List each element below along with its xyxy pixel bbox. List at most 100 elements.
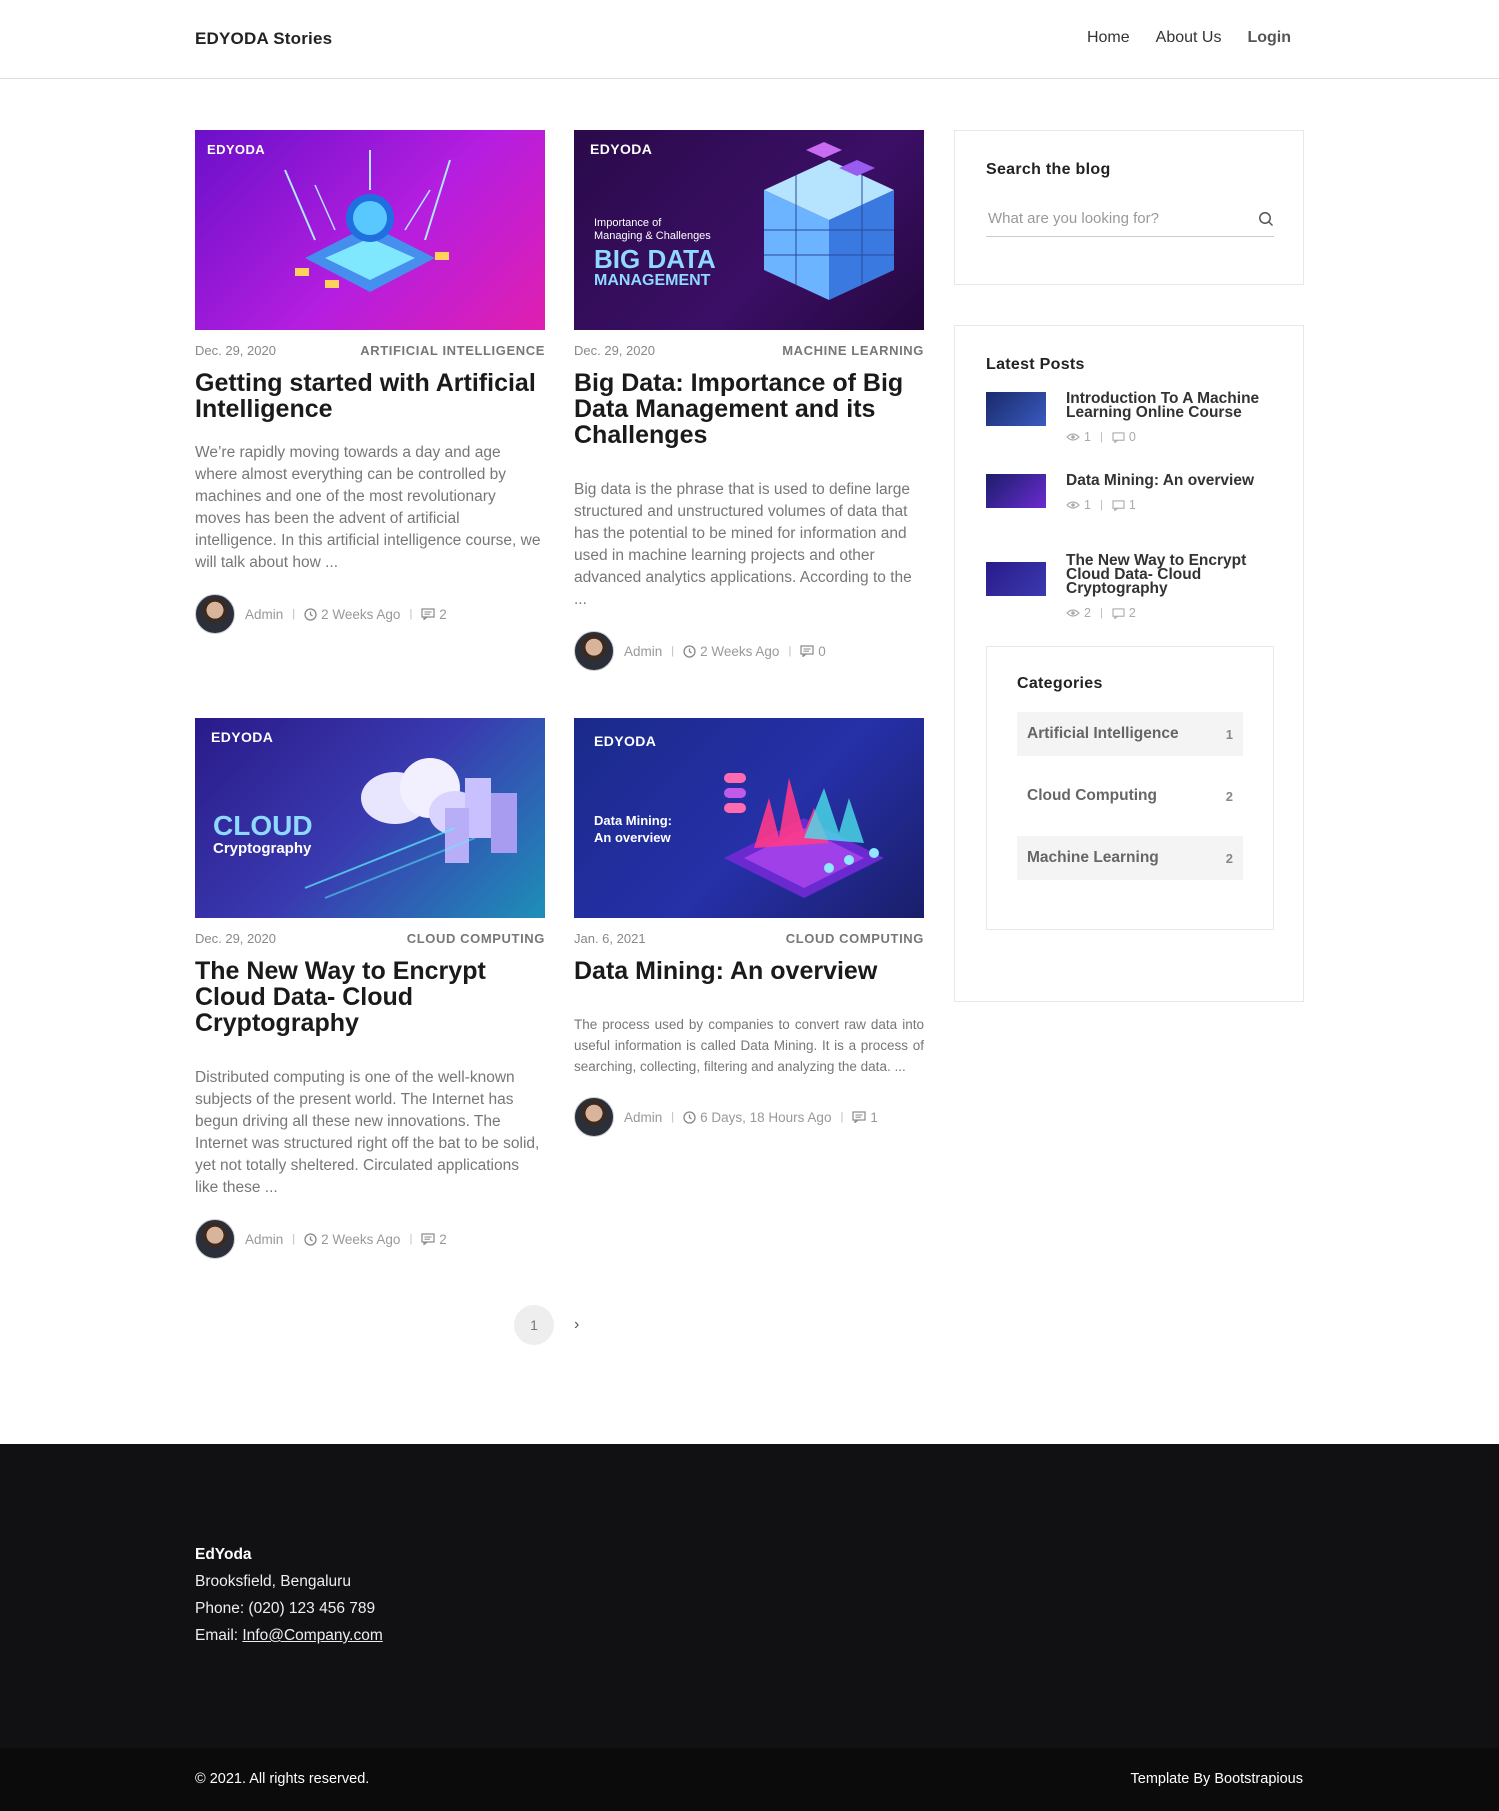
divider: |	[292, 608, 296, 620]
post-author-row: Admin | 6 Days, 18 Hours Ago | 1	[574, 1097, 924, 1137]
search-box	[986, 201, 1274, 237]
cloud-server-illustration	[304, 758, 517, 899]
category-item-machine-learning[interactable]: Machine Learning 2	[1017, 836, 1243, 880]
post-excerpt: Big data is the phrase that is used to d…	[574, 481, 912, 608]
divider: |	[1099, 499, 1103, 511]
post-category[interactable]: ARTIFICIAL INTELLIGENCE	[360, 343, 545, 358]
search-widget: Search the blog	[954, 130, 1304, 285]
post-author[interactable]: Admin	[245, 607, 283, 622]
search-input[interactable]	[986, 210, 1236, 227]
category-name: Machine Learning	[1027, 849, 1159, 866]
post-title[interactable]: Getting started with Artificial Intellig…	[195, 370, 545, 422]
nav-links: Home About Us Login	[1087, 29, 1291, 47]
brand-logo[interactable]: EDYODA Stories	[195, 29, 332, 49]
categories-title: Categories	[1017, 675, 1103, 692]
latest-post-thumbnail[interactable]	[986, 392, 1046, 426]
footer-email-link[interactable]: Info@Company.com	[242, 1627, 382, 1644]
post-image[interactable]: EDYODA	[195, 130, 545, 330]
ai-chip-illustration	[284, 150, 451, 292]
post-image[interactable]: EDYODA CLOUD Cryptography	[195, 718, 545, 918]
latest-post-views: 1	[1084, 430, 1091, 444]
post-title[interactable]: Data Mining: An overview	[574, 958, 924, 984]
comment-icon	[852, 1111, 866, 1123]
latest-post-views: 1	[1084, 498, 1091, 512]
category-count: 2	[1225, 850, 1233, 866]
navbar: EDYODA Stories Home About Us Login	[0, 0, 1499, 79]
nav-home[interactable]: Home	[1087, 29, 1130, 47]
post-excerpt: The process used by companies to convert…	[574, 1017, 924, 1074]
post-comment-count: 2	[439, 606, 447, 622]
post-author-row: Admin | 2 Weeks Ago | 2	[195, 594, 545, 634]
post-category[interactable]: CLOUD COMPUTING	[407, 931, 545, 946]
data-mining-illustration	[724, 773, 884, 898]
category-item-cloud-computing[interactable]: Cloud Computing 2	[1017, 774, 1243, 818]
post-date: Jan. 6, 2021	[574, 931, 646, 946]
clock-icon	[304, 607, 317, 621]
nav-about[interactable]: About Us	[1156, 29, 1222, 47]
post-title[interactable]: Big Data: Importance of Big Data Managem…	[574, 370, 924, 448]
post-author-row: Admin | 2 Weeks Ago | 0	[574, 631, 924, 671]
latest-post-views: 2	[1084, 606, 1091, 620]
post-title[interactable]: The New Way to Encrypt Cloud Data- Cloud…	[195, 958, 545, 1036]
avatar[interactable]	[195, 1219, 235, 1259]
category-count: 2	[1225, 788, 1233, 804]
post-time: 6 Days, 18 Hours Ago	[700, 1109, 832, 1125]
search-widget-title: Search the blog	[986, 161, 1111, 178]
post-author[interactable]: Admin	[624, 1110, 662, 1125]
divider: |	[840, 1111, 844, 1123]
post-category[interactable]: MACHINE LEARNING	[782, 343, 924, 358]
footer-phone: Phone: (020) 123 456 789	[195, 1600, 376, 1617]
clock-icon	[304, 1232, 317, 1246]
eye-icon	[1066, 501, 1080, 509]
latest-post-stats: 1 | 1	[1066, 498, 1266, 512]
footer-email-label: Email:	[195, 1627, 243, 1644]
avatar[interactable]	[195, 594, 235, 634]
divider: |	[671, 645, 675, 657]
comment-icon	[1112, 431, 1125, 443]
post-date: Dec. 29, 2020	[574, 343, 655, 358]
category-name: Artificial Intelligence	[1027, 725, 1179, 742]
footer-contact: EdYoda Brooksfield, Bengaluru Phone: (02…	[195, 1541, 383, 1649]
avatar[interactable]	[574, 1097, 614, 1137]
nav-login[interactable]: Login	[1247, 29, 1291, 47]
latest-post-title[interactable]: The New Way to Encrypt Cloud Data- Cloud…	[1066, 553, 1266, 597]
divider: |	[671, 1111, 675, 1123]
post-card: EDYODA Importance of Managing & Challeng…	[574, 130, 924, 671]
latest-post-item[interactable]: Introduction To A Machine Learning Onlin…	[986, 391, 1266, 444]
comment-icon	[421, 1233, 435, 1245]
post-date: Dec. 29, 2020	[195, 931, 276, 946]
latest-post-item[interactable]: The New Way to Encrypt Cloud Data- Cloud…	[986, 553, 1266, 620]
post-author[interactable]: Admin	[245, 1232, 283, 1247]
post-image[interactable]: EDYODA Importance of Managing & Challeng…	[574, 130, 924, 330]
pagination: 1 ›	[514, 1305, 579, 1345]
latest-post-title[interactable]: Introduction To A Machine Learning Onlin…	[1066, 391, 1266, 421]
search-icon[interactable]	[1258, 211, 1274, 227]
latest-post-title[interactable]: Data Mining: An overview	[1066, 473, 1266, 489]
post-excerpt: We’re rapidly moving towards a day and a…	[195, 444, 541, 571]
post-time: 2 Weeks Ago	[700, 643, 780, 659]
post-image[interactable]: EDYODA Data Mining: An overview	[574, 718, 924, 918]
post-category[interactable]: CLOUD COMPUTING	[786, 931, 924, 946]
page-1-button[interactable]: 1	[514, 1305, 554, 1345]
post-author-row: Admin | 2 Weeks Ago | 2	[195, 1219, 545, 1259]
latest-posts-title: Latest Posts	[986, 356, 1085, 373]
post-time: 2 Weeks Ago	[321, 606, 401, 622]
divider: |	[409, 608, 413, 620]
data-cubes-illustration	[764, 142, 894, 300]
latest-post-thumbnail[interactable]	[986, 562, 1046, 596]
footer-company-name: EdYoda	[195, 1546, 252, 1563]
latest-post-comments: 2	[1128, 606, 1136, 620]
latest-post-thumbnail[interactable]	[986, 474, 1046, 508]
latest-post-item[interactable]: Data Mining: An overview 1 | 1	[986, 473, 1266, 512]
template-credit: Template By Bootstrapious	[1131, 1771, 1304, 1787]
next-page-button[interactable]: ›	[574, 1316, 579, 1334]
category-item-artificial-intelligence[interactable]: Artificial Intelligence 1	[1017, 712, 1243, 756]
credit-prefix: Template By	[1130, 1771, 1215, 1787]
footer-address: Brooksfield, Bengaluru	[195, 1573, 351, 1590]
comment-icon	[421, 608, 435, 620]
avatar[interactable]	[574, 631, 614, 671]
post-author[interactable]: Admin	[624, 644, 662, 659]
post-card: EDYODA CLOUD Cryptography Dec. 29, 2020 …	[195, 718, 545, 1259]
credit-link[interactable]: Bootstrapious	[1214, 1771, 1303, 1787]
divider: |	[1099, 607, 1103, 619]
